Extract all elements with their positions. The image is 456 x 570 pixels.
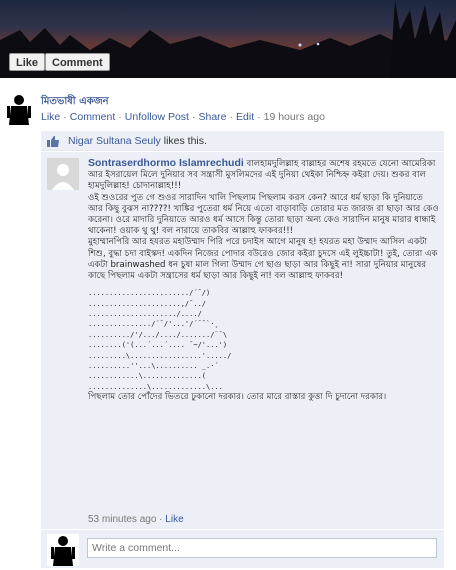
post-author-name[interactable]: মিতভাষী একজন — [41, 94, 109, 111]
comment-timestamp[interactable]: 53 minutes ago — [88, 514, 156, 525]
current-user-avatar — [47, 534, 79, 566]
comment-link[interactable]: Comment — [70, 111, 116, 123]
post-actions: Like · Comment · Unfollow Post · Share · Edit · 19… — [41, 111, 325, 123]
like-link[interactable]: Like — [41, 111, 60, 123]
unfollow-link[interactable]: Unfollow Post — [125, 111, 189, 123]
comment-paragraph-3: মুহাম্মানপিরি আর হযরত মহাউম্মাদ পিরি পরে… — [88, 237, 441, 282]
photo-like-button[interactable]: Like — [9, 53, 46, 71]
edit-link[interactable]: Edit — [236, 111, 254, 123]
silhouette-icon — [51, 536, 75, 566]
post-author-avatar[interactable] — [3, 93, 35, 125]
liker-name[interactable]: Nigar Sultana Seuly — [68, 135, 161, 147]
comment-like-link[interactable]: Like — [165, 514, 183, 525]
ascii-art: ......................../´¯/) ..........… — [88, 289, 232, 391]
comment-body: Sontraserdhormo Islamrechudi বালহামদুলিল… — [88, 157, 442, 404]
comment-meta: 53 minutes ago · Like — [88, 514, 184, 525]
likes-summary: Nigar Sultana Seuly likes this. — [41, 131, 444, 151]
commenter-name[interactable]: Sontraserdhormo Islamrechudi — [88, 157, 244, 169]
post-timestamp[interactable]: 19 hours ago — [264, 111, 325, 123]
comment-paragraph-2: ওই শুওরের পুত গে শুওর সারাদিন খালি পিছলা… — [88, 192, 442, 237]
comment-paragraph-4: পিছলাম তোর পোঁদের ভিতরে ঢুকানো দরকার। তো… — [88, 392, 387, 403]
likes-suffix: likes this. — [160, 135, 207, 147]
default-avatar-icon — [52, 164, 74, 190]
commenter-avatar[interactable] — [47, 158, 79, 190]
comment: Sontraserdhormo Islamrechudi বালহামদুলিল… — [41, 152, 444, 529]
share-link[interactable]: Share — [198, 111, 226, 123]
photo-comment-button[interactable]: Comment — [45, 53, 110, 71]
comment-input[interactable]: Write a comment... — [87, 538, 437, 558]
silhouette-icon — [7, 95, 31, 125]
thumbs-up-icon — [47, 136, 59, 147]
post-photo[interactable]: Like Comment — [0, 0, 456, 78]
write-comment-row: Write a comment... — [41, 530, 444, 568]
